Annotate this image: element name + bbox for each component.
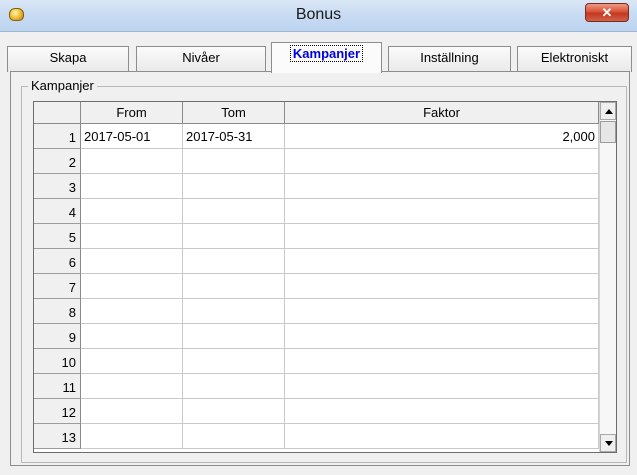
row-header[interactable]: 6 xyxy=(34,249,81,274)
group-label: Kampanjer xyxy=(28,78,97,93)
tab-elektroniskt[interactable]: Elektroniskt xyxy=(517,46,632,72)
cell-tom[interactable]: 2017-05-31 xyxy=(183,124,285,149)
title-bar[interactable]: Bonus ✕ xyxy=(0,0,637,32)
cell-faktor[interactable] xyxy=(285,149,599,174)
column-header-from[interactable]: From xyxy=(81,102,183,124)
row-header[interactable]: 13 xyxy=(34,424,81,449)
cell-from[interactable] xyxy=(81,374,183,399)
row-header[interactable]: 3 xyxy=(34,174,81,199)
cell-from[interactable] xyxy=(81,324,183,349)
tab-skapa[interactable]: Skapa xyxy=(7,46,129,72)
column-header-tom[interactable]: Tom xyxy=(183,102,285,124)
cell-faktor[interactable] xyxy=(285,324,599,349)
cell-tom[interactable] xyxy=(183,174,285,199)
cell-faktor[interactable] xyxy=(285,199,599,224)
cell-from[interactable] xyxy=(81,174,183,199)
cell-from[interactable] xyxy=(81,424,183,449)
cell-tom[interactable] xyxy=(183,149,285,174)
tab-kampanjer[interactable]: Kampanjer xyxy=(271,42,382,73)
cell-from[interactable] xyxy=(81,149,183,174)
cell-tom[interactable] xyxy=(183,374,285,399)
cell-from[interactable] xyxy=(81,299,183,324)
cell-tom[interactable] xyxy=(183,224,285,249)
close-icon: ✕ xyxy=(601,5,613,20)
tab-label: Inställning xyxy=(420,50,479,65)
cell-from[interactable] xyxy=(81,249,183,274)
row-header[interactable]: 12 xyxy=(34,399,81,424)
cell-tom[interactable] xyxy=(183,349,285,374)
arrow-down-icon[interactable] xyxy=(600,434,616,452)
row-header[interactable]: 11 xyxy=(34,374,81,399)
cell-faktor[interactable] xyxy=(285,374,599,399)
cell-tom[interactable] xyxy=(183,274,285,299)
row-header[interactable]: 1 xyxy=(34,124,81,149)
tab-label: Elektroniskt xyxy=(540,50,609,65)
tab-label: Kampanjer xyxy=(289,45,364,62)
cell-from[interactable]: 2017-05-01 xyxy=(81,124,183,149)
cell-tom[interactable] xyxy=(183,424,285,449)
cell-tom[interactable] xyxy=(183,299,285,324)
cell-faktor[interactable] xyxy=(285,249,599,274)
cell-faktor[interactable] xyxy=(285,274,599,299)
cell-tom[interactable] xyxy=(183,399,285,424)
window-title: Bonus xyxy=(295,6,342,23)
cell-tom[interactable] xyxy=(183,324,285,349)
cell-faktor[interactable] xyxy=(285,349,599,374)
row-header[interactable]: 5 xyxy=(34,224,81,249)
cell-faktor[interactable] xyxy=(285,224,599,249)
cell-faktor[interactable] xyxy=(285,299,599,324)
tab-nivaer[interactable]: Nivåer xyxy=(136,46,266,72)
row-header[interactable]: 4 xyxy=(34,199,81,224)
corner-header[interactable] xyxy=(34,102,81,124)
row-header[interactable]: 9 xyxy=(34,324,81,349)
tab-strip: Skapa Nivåer Kampanjer Inställning Elekt… xyxy=(0,40,637,73)
row-header[interactable]: 2 xyxy=(34,149,81,174)
cell-from[interactable] xyxy=(81,224,183,249)
arrow-up-icon[interactable] xyxy=(600,102,616,120)
cell-faktor[interactable] xyxy=(285,399,599,424)
cell-from[interactable] xyxy=(81,349,183,374)
cell-tom[interactable] xyxy=(183,199,285,224)
row-header[interactable]: 10 xyxy=(34,349,81,374)
close-button[interactable]: ✕ xyxy=(585,3,629,22)
cell-from[interactable] xyxy=(81,274,183,299)
cell-faktor[interactable]: 2,000 xyxy=(285,124,599,149)
scrollbar-thumb[interactable] xyxy=(600,121,616,143)
vertical-scrollbar[interactable] xyxy=(599,102,616,452)
campaign-grid[interactable]: From Tom Faktor 1 2017-05-01 2017-05-31 2,0… xyxy=(33,101,617,453)
tab-label: Skapa xyxy=(49,50,87,65)
row-header[interactable]: 8 xyxy=(34,299,81,324)
cell-from[interactable] xyxy=(81,199,183,224)
row-header[interactable]: 7 xyxy=(34,274,81,299)
tab-installning[interactable]: Inställning xyxy=(388,46,511,72)
column-header-faktor[interactable]: Faktor xyxy=(285,102,599,124)
tab-label: Nivåer xyxy=(182,50,220,65)
cell-tom[interactable] xyxy=(183,249,285,274)
cell-from[interactable] xyxy=(81,399,183,424)
cell-faktor[interactable] xyxy=(285,174,599,199)
cell-faktor[interactable] xyxy=(285,424,599,449)
